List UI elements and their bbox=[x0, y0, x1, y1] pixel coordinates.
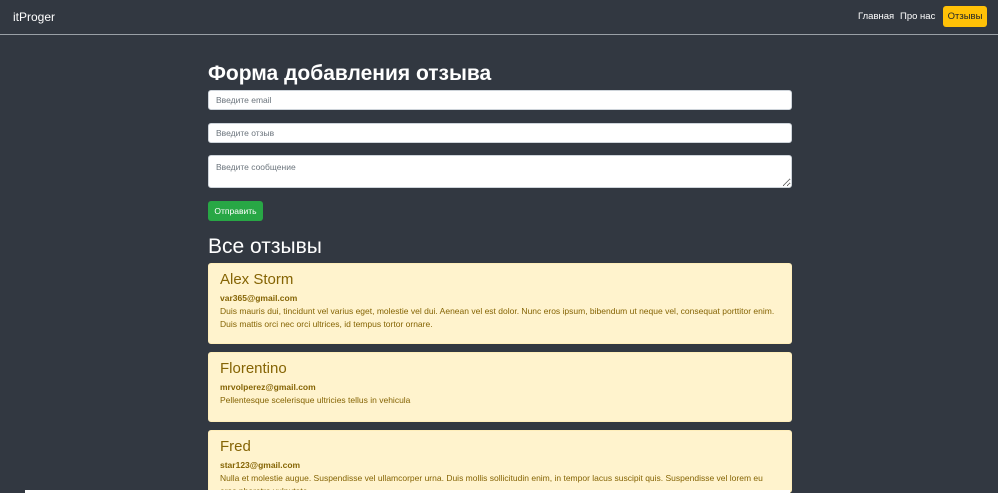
reviews-title: Все отзывы bbox=[208, 235, 322, 258]
brand-logo[interactable]: itProger bbox=[13, 10, 55, 24]
review-email: var365@gmail.com bbox=[220, 293, 298, 303]
review-card: Fred star123@gmail.com Nulla et molestie… bbox=[208, 430, 792, 493]
review-field[interactable] bbox=[208, 123, 792, 143]
navbar: itProger Главная Про нас Отзывы bbox=[0, 0, 998, 35]
review-author: Alex Storm bbox=[220, 271, 294, 288]
review-author: Florentino bbox=[220, 360, 287, 377]
nav-link-about[interactable]: Про нас bbox=[900, 11, 935, 22]
submit-button[interactable]: Отправить bbox=[208, 201, 263, 221]
message-field[interactable] bbox=[208, 155, 792, 188]
form-title: Форма добавления отзыва bbox=[208, 62, 492, 85]
nav-link-reviews[interactable]: Отзывы bbox=[943, 6, 987, 27]
review-text: Pellentesque scelerisque ultricies tellu… bbox=[220, 395, 411, 405]
email-field[interactable] bbox=[208, 90, 792, 110]
review-card: Florentino mrvolperez@gmail.com Pellente… bbox=[208, 352, 792, 422]
review-author: Fred bbox=[220, 438, 251, 455]
review-email: star123@gmail.com bbox=[220, 460, 301, 470]
review-card: Alex Storm var365@gmail.com Duis mauris … bbox=[208, 263, 792, 344]
nav-link-home[interactable]: Главная bbox=[858, 11, 894, 22]
review-text: Duis mauris dui, tincidunt vel varius eg… bbox=[220, 306, 775, 329]
review-email: mrvolperez@gmail.com bbox=[220, 382, 316, 392]
